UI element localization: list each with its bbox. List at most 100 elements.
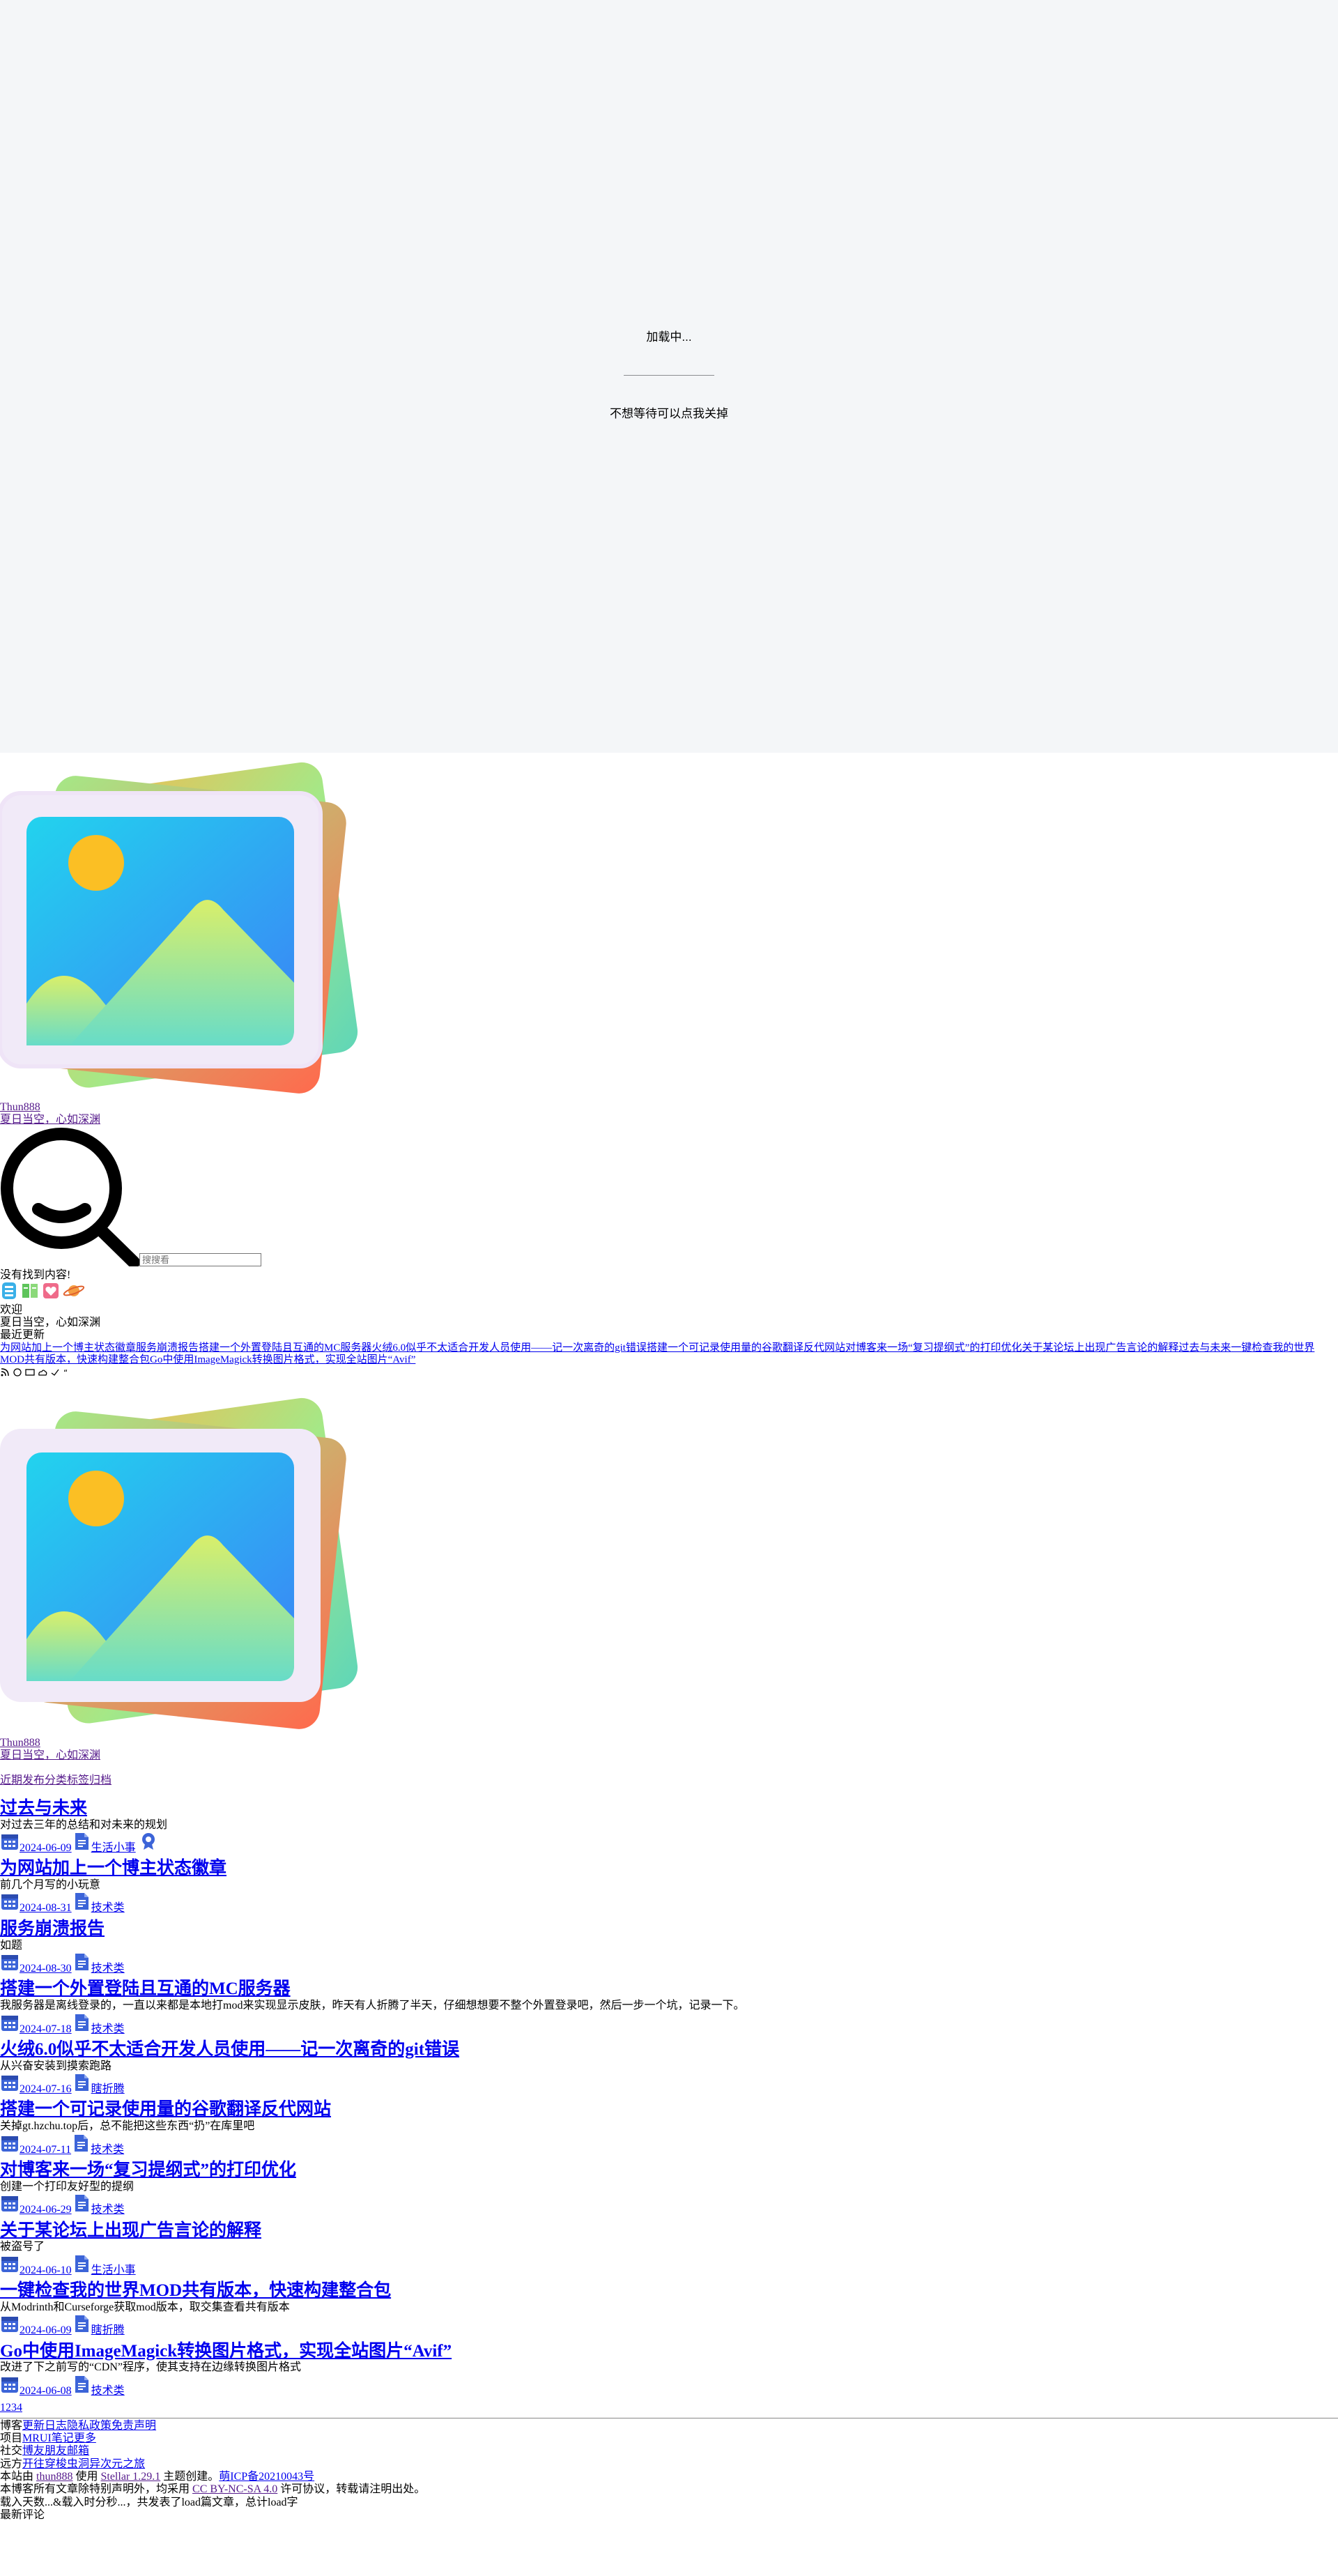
post-card[interactable]: 搭建一个可记录使用量的谷歌翻译反代网站 关掉gt.hzchu.top后，总不能把… <box>0 2100 1338 2156</box>
footer-link[interactable]: 笔记 <box>52 2432 74 2444</box>
footer-far-label: 远方 <box>0 2458 23 2470</box>
post-date[interactable]: 2024-06-10 <box>20 2264 72 2276</box>
footer-link[interactable]: 虫洞 <box>67 2458 89 2470</box>
post-date[interactable]: 2024-06-08 <box>20 2385 72 2397</box>
check-icon[interactable] <box>50 1367 60 1377</box>
footer-link[interactable]: 开往 <box>22 2458 45 2470</box>
post-title[interactable]: 对博客来一场“复习提纲式”的打印优化 <box>0 2161 296 2179</box>
footer-author-link[interactable]: thun888 <box>36 2471 72 2483</box>
recent-link[interactable]: 为网站加上一个博主状态徽章 <box>0 1342 136 1354</box>
nav-tab-tags[interactable]: 标签 <box>67 1774 89 1786</box>
profile-subtitle-link[interactable]: 夏日当空，心如深渊 <box>0 1749 100 1761</box>
post-category[interactable]: 技术类 <box>91 2023 125 2035</box>
welcome-title: 欢迎 <box>0 1303 23 1316</box>
cloud-icon[interactable] <box>38 1367 47 1377</box>
post-title[interactable]: 搭建一个可记录使用量的谷歌翻译反代网站 <box>0 2100 331 2119</box>
recent-link[interactable]: 对博客来一场“复习提纲式”的打印优化 <box>845 1342 1022 1354</box>
post-title[interactable]: 关于某论坛上出现广告言论的解释 <box>0 2221 261 2240</box>
page-link[interactable]: 1 <box>0 2402 6 2414</box>
recent-link[interactable]: Go中使用ImageMagick转换图片格式，实现全站图片“Avif” <box>150 1354 415 1365</box>
post-title[interactable]: 搭建一个外置登陆且互通的MC服务器 <box>0 1979 291 1998</box>
post-card[interactable]: 过去与未来 对过去三年的总结和对未来的规划 2024-06-09 生活小事 <box>0 1799 1338 1855</box>
nav-tab-recent[interactable]: 近期发布 <box>0 1774 45 1786</box>
post-date[interactable]: 2024-06-29 <box>20 2204 72 2216</box>
recent-link[interactable]: 服务崩溃报告 <box>136 1342 199 1354</box>
footer-link[interactable]: 更新日志 <box>22 2420 67 2432</box>
post-excerpt: 对过去三年的总结和对未来的规划 <box>0 1818 168 1831</box>
post-category[interactable]: 生活小事 <box>91 1842 136 1854</box>
post-title[interactable]: 火绒6.0似乎不太适合开发人员使用——记一次离奇的git错误 <box>0 2040 459 2059</box>
post-card[interactable]: 为网站加上一个博主状态徽章 前几个月写的小玩意 2024-08-31 技术类 <box>0 1859 1338 1915</box>
footer-theme-link[interactable]: Stellar 1.29.1 <box>100 2471 160 2483</box>
rss-icon[interactable] <box>0 1367 10 1377</box>
footer-link[interactable]: 朋友 <box>45 2445 67 2457</box>
quote-icon[interactable]: “ <box>63 1367 72 1378</box>
post-title[interactable]: Go中使用ImageMagick转换图片格式，实现全站图片“Avif” <box>0 2342 452 2361</box>
footer-link[interactable]: 邮箱 <box>67 2445 89 2457</box>
footer-icp-link[interactable]: 萌ICP备20210043号 <box>219 2471 314 2483</box>
profile-name-link[interactable]: Thun888 <box>0 1737 40 1749</box>
github-icon[interactable] <box>13 1367 22 1377</box>
recent-link[interactable]: 过去与未来 <box>1178 1342 1231 1354</box>
recent-updates-list: 为网站加上一个博主状态徽章服务崩溃报告搭建一个外置登陆且互通的MC服务器火绒6.… <box>0 1342 1338 1367</box>
heart-icon[interactable] <box>42 1282 60 1303</box>
post-category[interactable]: 技术类 <box>91 1963 125 1975</box>
search-input[interactable] <box>139 1252 261 1266</box>
mail-icon[interactable] <box>25 1367 35 1377</box>
post-category[interactable]: 技术类 <box>91 2144 124 2156</box>
recent-link[interactable]: 搭建一个可记录使用量的谷歌翻译反代网站 <box>647 1342 845 1354</box>
post-date[interactable]: 2024-08-31 <box>20 1902 72 1914</box>
post-title[interactable]: 服务崩溃报告 <box>0 1919 105 1938</box>
post-card[interactable]: 搭建一个外置登陆且互通的MC服务器 我服务器是离线登录的，一直以来都是本地打mo… <box>0 1979 1338 2036</box>
post-card[interactable]: 服务崩溃报告 如题 2024-08-30 技术类 <box>0 1919 1338 1976</box>
footer-link[interactable]: 异次元之旅 <box>89 2458 145 2470</box>
wiki-icon[interactable] <box>21 1282 39 1303</box>
footer-license-link[interactable]: CC BY-NC-SA 4.0 <box>192 2483 277 2495</box>
post-category[interactable]: 技术类 <box>91 2204 125 2216</box>
post-category[interactable]: 瞎折腾 <box>91 2324 125 2336</box>
post-title[interactable]: 过去与未来 <box>0 1799 87 1818</box>
post-category[interactable]: 技术类 <box>91 1902 125 1914</box>
post-date[interactable]: 2024-08-30 <box>20 1963 72 1975</box>
page-link[interactable]: 3 <box>11 2402 17 2414</box>
post-category[interactable]: 技术类 <box>91 2385 125 2397</box>
page-link[interactable]: 4 <box>17 2402 22 2414</box>
post-title[interactable]: 为网站加上一个博主状态徽章 <box>0 1859 226 1878</box>
footer-link[interactable]: 穿梭 <box>45 2458 67 2470</box>
recent-link[interactable]: 关于某论坛上出现广告言论的解释 <box>1022 1342 1178 1354</box>
planet-icon[interactable] <box>63 1282 85 1303</box>
post-card[interactable]: Go中使用ImageMagick转换图片格式，实现全站图片“Avif” 改进了下… <box>0 2342 1338 2398</box>
post-card[interactable]: 一键检查我的世界MOD共有版本，快速构建整合包 从Modrinth和Cursef… <box>0 2281 1338 2338</box>
post-date[interactable]: 2024-06-09 <box>20 2324 72 2336</box>
footer-link[interactable]: 博友 <box>22 2445 45 2457</box>
recent-link[interactable]: 搭建一个外置登陆且互通的MC服务器 <box>199 1342 371 1354</box>
svg-text:“: “ <box>63 1368 68 1377</box>
footer-site-use: 使用 <box>75 2471 98 2483</box>
profile-subtitle-link[interactable]: 夏日当空，心如深渊 <box>0 1114 100 1126</box>
document-icon <box>75 2375 89 2393</box>
post-date[interactable]: 2024-07-18 <box>20 2023 72 2035</box>
post-card[interactable]: 对博客来一场“复习提纲式”的打印优化 创建一个打印友好型的提纲 2024-06-… <box>0 2161 1338 2217</box>
footer-link[interactable]: 隐私政策 <box>67 2420 112 2432</box>
footer-link[interactable]: MRUI <box>22 2432 52 2444</box>
profile-name-link[interactable]: Thun888 <box>0 1101 40 1113</box>
post-category[interactable]: 生活小事 <box>91 2264 136 2276</box>
post-title[interactable]: 一键检查我的世界MOD共有版本，快速构建整合包 <box>0 2281 391 2300</box>
footer-social-label: 社交 <box>0 2445 23 2458</box>
home-icon[interactable] <box>0 1282 18 1303</box>
avatar-image-icon <box>0 1397 358 1729</box>
post-date[interactable]: 2024-07-16 <box>20 2083 72 2095</box>
post-card[interactable]: 关于某论坛上出现广告言论的解释 被盗号了 2024-06-10 生活小事 <box>0 2221 1338 2278</box>
footer-link[interactable]: 更多 <box>74 2432 96 2444</box>
recent-link[interactable]: 火绒6.0似乎不太适合开发人员使用——记一次离奇的git错误 <box>371 1342 647 1354</box>
loading-skip-button[interactable]: 不想等待可以点我关掉 <box>0 407 1338 421</box>
post-date[interactable]: 2024-07-11 <box>20 2144 71 2156</box>
post-category[interactable]: 瞎折腾 <box>91 2083 125 2095</box>
post-card[interactable]: 火绒6.0似乎不太适合开发人员使用——记一次离奇的git错误 从兴奋安装到摸索跑… <box>0 2040 1338 2096</box>
page-link[interactable]: 2 <box>6 2402 11 2414</box>
document-icon <box>75 1832 89 1850</box>
nav-tab-categories[interactable]: 分类 <box>45 1774 67 1786</box>
nav-tab-archive[interactable]: 归档 <box>89 1774 112 1786</box>
footer-link[interactable]: 免责声明 <box>112 2420 156 2432</box>
post-date[interactable]: 2024-06-09 <box>20 1842 72 1854</box>
